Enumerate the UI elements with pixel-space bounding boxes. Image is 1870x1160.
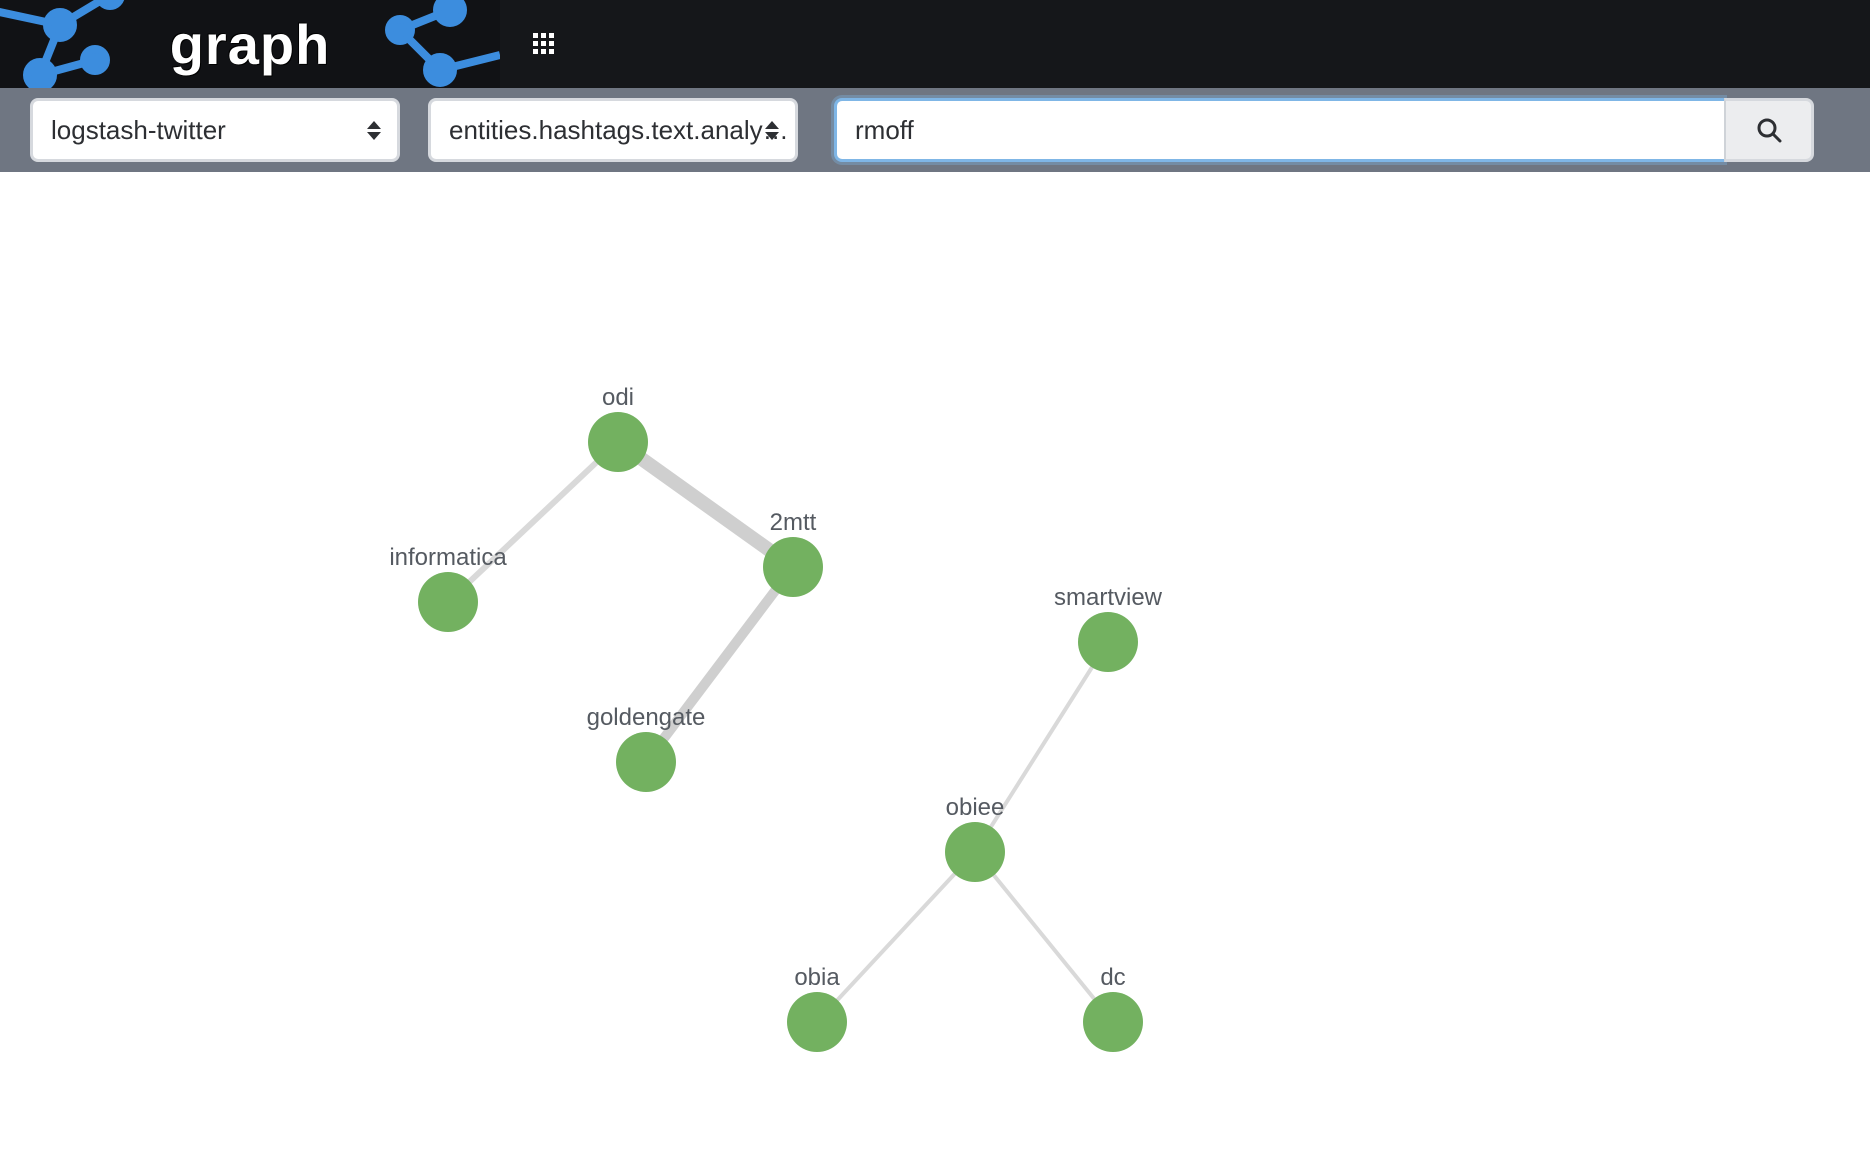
updown-icon <box>763 116 781 144</box>
graph-node[interactable] <box>616 732 676 792</box>
graph-edge <box>817 852 975 1022</box>
field-select-value: entities.hashtags.text.analy… <box>449 115 789 146</box>
graph-node[interactable] <box>945 822 1005 882</box>
top-bar: graph <box>0 0 1870 88</box>
graph-canvas[interactable]: odiinformatica2mttgoldengatesmartviewobi… <box>0 172 1870 1160</box>
index-select-value: logstash-twitter <box>51 115 226 146</box>
brand-logo: graph <box>0 0 500 88</box>
controls-bar: logstash-twitter entities.hashtags.text.… <box>0 88 1870 172</box>
search-input[interactable] <box>834 98 1724 162</box>
graph-node[interactable] <box>787 992 847 1052</box>
graph-node[interactable] <box>588 412 648 472</box>
graph-edge <box>975 642 1108 852</box>
graph-edge <box>618 442 793 567</box>
graph-node[interactable] <box>418 572 478 632</box>
updown-icon <box>365 116 383 144</box>
apps-icon[interactable] <box>530 30 558 58</box>
graph-node[interactable] <box>1083 992 1143 1052</box>
search-icon <box>1756 117 1782 143</box>
graph-node[interactable] <box>1078 612 1138 672</box>
field-select[interactable]: entities.hashtags.text.analy… <box>428 98 798 162</box>
search-button[interactable] <box>1724 98 1814 162</box>
brand-text: graph <box>170 12 331 77</box>
index-select[interactable]: logstash-twitter <box>30 98 400 162</box>
graph-edge <box>448 442 618 602</box>
search-group <box>834 98 1814 162</box>
graph-edge <box>646 567 793 762</box>
graph-node[interactable] <box>763 537 823 597</box>
graph-edge <box>975 852 1113 1022</box>
